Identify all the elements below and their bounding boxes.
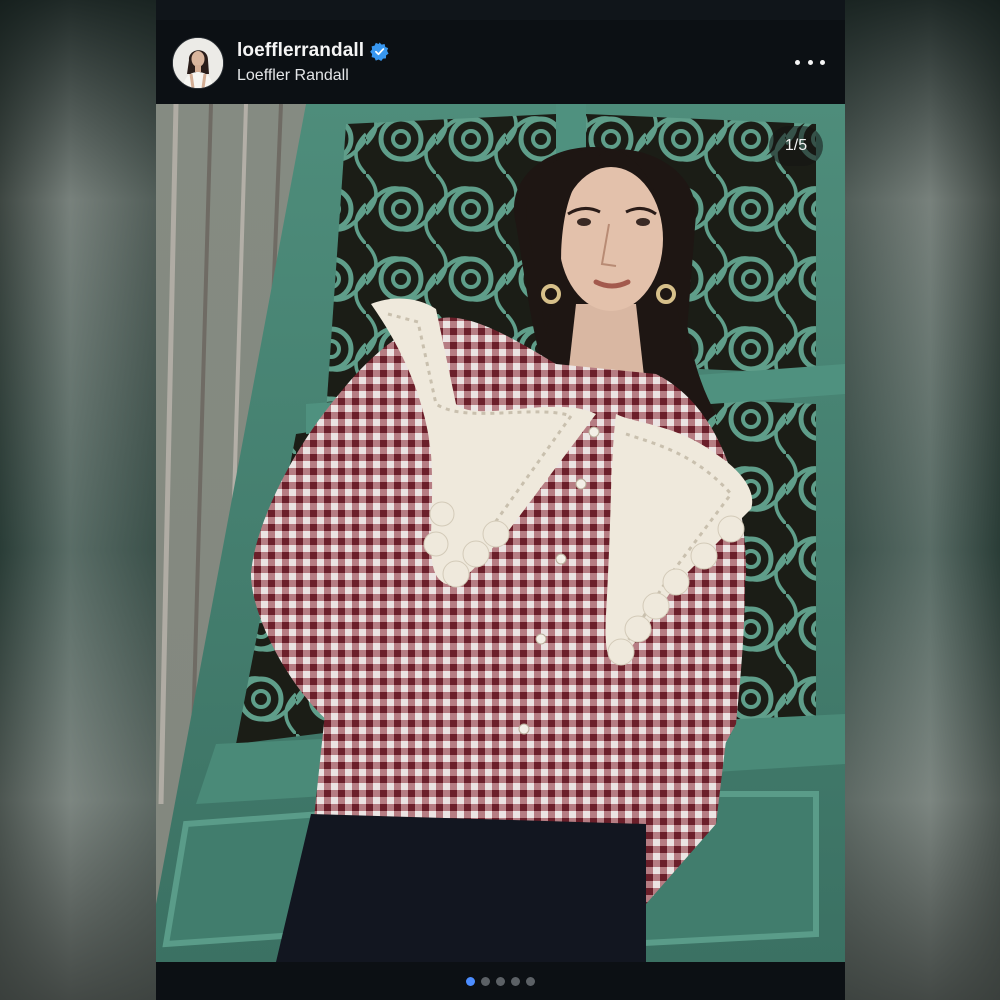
avatar-image bbox=[173, 38, 223, 88]
carousel-dot-3[interactable] bbox=[496, 976, 505, 986]
more-options-icon[interactable] bbox=[795, 50, 825, 74]
avatar[interactable] bbox=[172, 37, 224, 89]
carousel-dot-4[interactable] bbox=[511, 976, 520, 986]
full-name: Loeffler Randall bbox=[237, 67, 349, 84]
post-image[interactable]: 1/5 bbox=[156, 104, 845, 962]
post-header: loefflerrandall Loeffler Randall bbox=[156, 20, 845, 104]
blurred-background-right bbox=[845, 0, 1000, 1000]
screenshot-stage: loefflerrandall Loeffler Randall 1/5 bbox=[0, 0, 1000, 1000]
username-row: loefflerrandall bbox=[237, 40, 389, 62]
carousel-dot-5[interactable] bbox=[526, 976, 535, 986]
verified-badge-icon bbox=[370, 41, 389, 61]
carousel-pagination bbox=[156, 962, 845, 1000]
carousel-dot-2[interactable] bbox=[481, 976, 490, 986]
blurred-background-left bbox=[0, 0, 156, 1000]
status-bar bbox=[156, 0, 845, 21]
username[interactable]: loefflerrandall bbox=[237, 40, 364, 62]
carousel-counter: 1/5 bbox=[769, 126, 823, 166]
fashion-photo bbox=[156, 104, 845, 962]
carousel-dot-1[interactable] bbox=[466, 976, 475, 986]
instagram-post: loefflerrandall Loeffler Randall 1/5 bbox=[156, 0, 845, 1000]
